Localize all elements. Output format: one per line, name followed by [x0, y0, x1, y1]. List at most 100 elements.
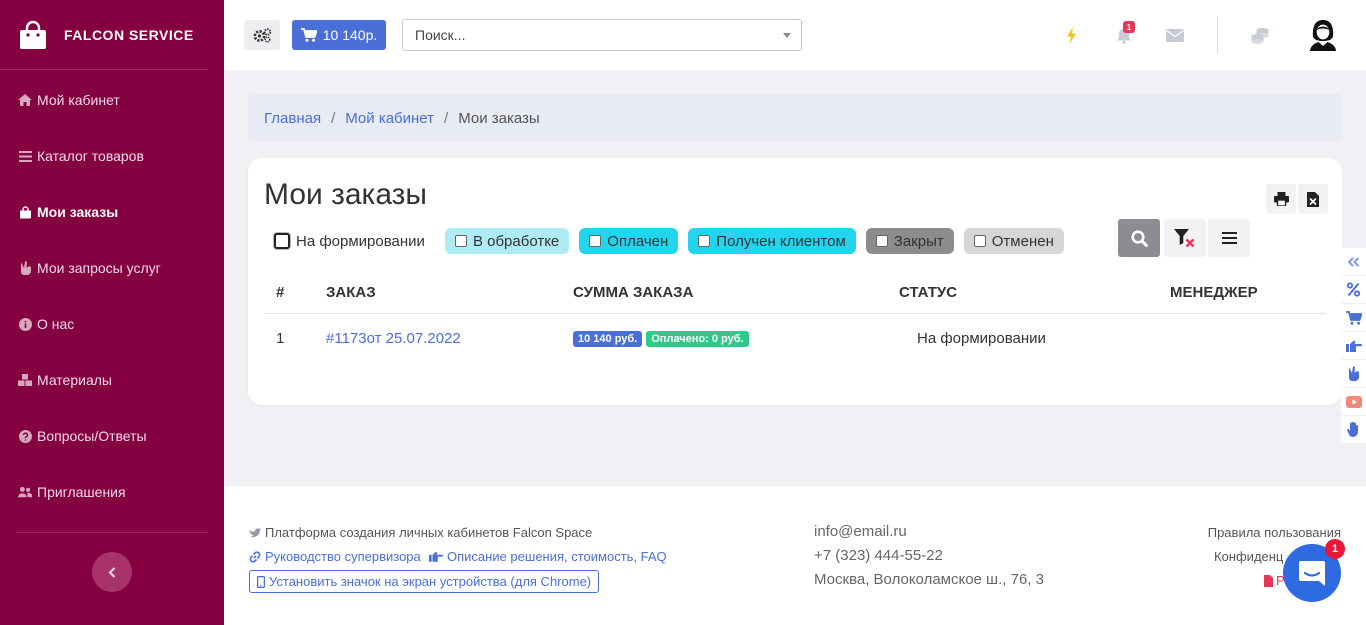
user-avatar-icon[interactable] — [1307, 19, 1339, 51]
home-icon — [18, 93, 32, 107]
sidebar-item-service-requests[interactable]: Мои запросы услуг — [0, 240, 224, 296]
chevron-down-icon[interactable] — [783, 33, 791, 38]
columns-menu-button[interactable] — [1208, 219, 1250, 257]
filter-checkbox[interactable] — [274, 233, 290, 249]
notifications-button[interactable]: 1 — [1114, 21, 1135, 46]
filter-closed[interactable]: Закрыт — [865, 228, 954, 254]
side-toolbar-hand-button[interactable] — [1341, 416, 1366, 444]
order-link[interactable]: #1173от 25.07.2022 — [326, 330, 461, 347]
sidebar-item-cabinet[interactable]: Мой кабинет — [0, 72, 224, 128]
sidebar-item-faq[interactable]: Вопросы/Ответы — [0, 408, 224, 464]
export-excel-button[interactable] — [1298, 184, 1328, 214]
filter-label: В обработке — [472, 232, 560, 250]
filter-checkbox[interactable] — [589, 235, 602, 247]
side-toolbar-peace-button[interactable] — [1341, 360, 1366, 388]
sidebar-collapse-button[interactable] — [92, 552, 132, 592]
hand-point-right-icon — [1345, 340, 1362, 352]
column-header-sum[interactable]: СУММА ЗАКАЗА — [573, 273, 899, 314]
search-button[interactable] — [1118, 219, 1160, 257]
cart-total: 10 140р. — [322, 27, 378, 43]
side-toolbar-collapse-button[interactable] — [1341, 248, 1366, 276]
search-select[interactable] — [402, 19, 802, 51]
column-header-status[interactable]: СТАТУС — [899, 273, 1170, 314]
footer-guide-link[interactable]: Руководство супервизора — [249, 549, 421, 564]
side-toolbar-cart-button[interactable] — [1341, 304, 1366, 332]
shopping-bag-icon — [20, 20, 46, 49]
messages-button[interactable] — [1165, 24, 1185, 46]
row-manager — [1170, 313, 1326, 363]
filter-label: На формировании — [296, 232, 425, 250]
breadcrumb-home-link[interactable]: Главная — [264, 110, 321, 127]
sidebar-item-invitations[interactable]: Приглашения — [0, 464, 224, 520]
filter-checkbox[interactable] — [454, 235, 467, 247]
footer: Платформа создания личных кабинетов Falc… — [224, 486, 1366, 625]
footer-rules-link[interactable]: Правила пользования — [1208, 525, 1341, 540]
topbar: 10 140р. 1 — [224, 0, 1366, 70]
footer-description-link[interactable]: Описание решения, стоимость, FAQ — [429, 549, 667, 564]
footer-platform[interactable]: Платформа создания личных кабинетов Falc… — [249, 525, 592, 540]
search-input[interactable] — [403, 20, 763, 50]
envelope-icon — [1166, 28, 1184, 42]
filter-label: Закрыт — [893, 232, 944, 250]
install-app-button[interactable]: Установить значок на экран устройства (д… — [249, 570, 600, 593]
filter-processing[interactable]: В обработке — [444, 228, 570, 254]
footer-address: Москва, Волоколамское ш., 76, 3 — [814, 571, 1044, 588]
boxes-icon — [18, 373, 32, 387]
page-title: Мои заказы — [264, 178, 427, 211]
footer-email[interactable]: info@email.ru — [814, 523, 907, 540]
question-icon — [18, 429, 32, 443]
row-status: На формировании — [917, 329, 1046, 347]
install-app-label: Установить значок на экран устройства (д… — [269, 574, 592, 589]
sidebar-item-label: Каталог товаров — [37, 148, 144, 164]
mobile-icon — [257, 575, 265, 588]
search-icon — [1130, 229, 1148, 247]
clear-filter-button[interactable] — [1164, 219, 1206, 257]
balance-button[interactable] — [1250, 24, 1270, 46]
coins-icon — [1251, 27, 1269, 44]
topbar-separator — [1217, 16, 1218, 54]
hand-peace-icon — [18, 261, 32, 275]
print-button[interactable] — [1266, 184, 1296, 214]
cart-button[interactable]: 10 140р. — [292, 20, 386, 50]
filter-paid[interactable]: Оплачен — [579, 228, 679, 254]
link-icon — [249, 550, 261, 563]
bolt-button[interactable] — [1061, 24, 1081, 46]
row-number: 1 — [276, 329, 285, 347]
side-toolbar-discount-button[interactable] — [1341, 276, 1366, 304]
footer-pdf-link[interactable]: Р — [1264, 573, 1285, 588]
side-toolbar-pointer-button[interactable] — [1341, 332, 1366, 360]
settings-button[interactable] — [244, 20, 280, 50]
row-sum-cell: 10 140 руб. Оплачено: 0 руб. — [573, 313, 899, 363]
footer-phone[interactable]: +7 (323) 444-55-22 — [814, 547, 943, 564]
bolt-icon — [1066, 26, 1076, 44]
sidebar-item-label: Приглашения — [37, 484, 126, 500]
sidebar-item-catalog[interactable]: Каталог товаров — [0, 128, 224, 184]
filter-checkbox[interactable] — [698, 235, 711, 247]
sidebar-item-about[interactable]: О нас — [0, 296, 224, 352]
youtube-icon — [1345, 395, 1362, 408]
filter-forming[interactable]: На формировании — [264, 228, 435, 254]
hand-peace-icon — [1349, 366, 1359, 381]
users-icon — [18, 485, 32, 499]
shopping-bag-icon — [18, 205, 32, 219]
sidebar-item-label: Вопросы/Ответы — [37, 428, 147, 444]
side-toolbar-youtube-button[interactable] — [1341, 388, 1366, 416]
sidebar-item-materials[interactable]: Материалы — [0, 352, 224, 408]
filter-checkbox[interactable] — [875, 235, 888, 247]
sidebar-item-orders[interactable]: Мои заказы — [0, 184, 224, 240]
breadcrumb-cabinet-link[interactable]: Мой кабинет — [345, 110, 434, 127]
column-header-manager[interactable]: МЕНЕДЖЕР — [1170, 273, 1326, 314]
brand[interactable]: FALCON SERVICE — [0, 0, 208, 70]
table-row: 1 #1173от 25.07.2022 10 140 руб. Оплачено… — [264, 313, 1326, 363]
status-filters: На формировании В обработке Оплачен Полу… — [264, 227, 1074, 255]
column-header-order[interactable]: ЗАКАЗ — [326, 273, 573, 314]
chat-unread-badge: 1 — [1325, 539, 1345, 559]
column-header-number[interactable]: # — [264, 273, 326, 314]
filter-label: Отменен — [991, 232, 1054, 250]
filter-cancelled[interactable]: Отменен — [963, 228, 1064, 254]
menu-icon — [1221, 232, 1237, 244]
filter-checkbox[interactable] — [973, 235, 986, 247]
info-icon — [18, 317, 32, 331]
footer-privacy-link[interactable]: Конфиденц — [1214, 549, 1283, 564]
filter-received[interactable]: Получен клиентом — [688, 228, 856, 254]
